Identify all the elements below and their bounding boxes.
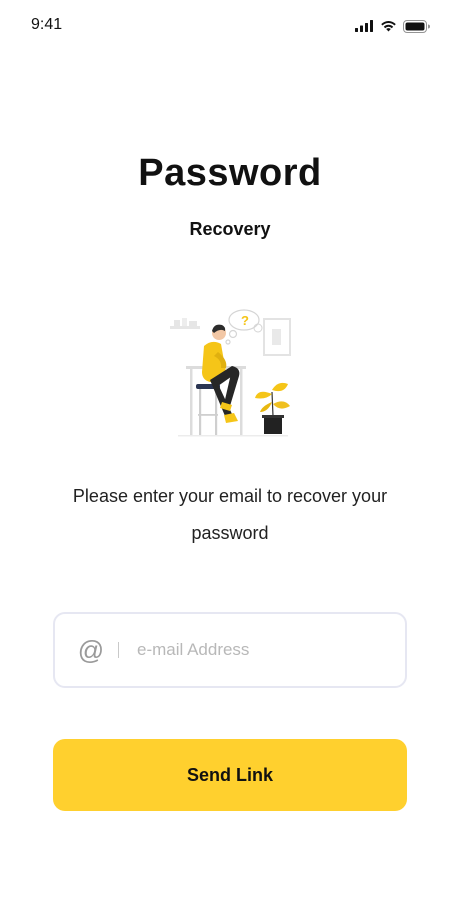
- wifi-icon: [381, 21, 396, 32]
- battery-icon: [403, 19, 430, 33]
- at-icon: @: [77, 635, 105, 665]
- send-link-button[interactable]: Send Link: [53, 739, 407, 811]
- status-icons: [355, 18, 430, 34]
- email-field[interactable]: @: [53, 612, 407, 688]
- thinking-person-illustration: ?: [170, 309, 291, 437]
- input-divider: [118, 642, 119, 658]
- cellular-signal-icon: [355, 20, 373, 32]
- question-mark: ?: [241, 313, 249, 328]
- email-input[interactable]: [137, 630, 377, 670]
- page-subtitle: Recovery: [189, 219, 271, 239]
- page-title: Password: [138, 152, 322, 194]
- status-bar: 9:41: [0, 0, 460, 52]
- instructions-text: Please enter your email to recover your …: [72, 486, 388, 543]
- status-time: 9:41: [31, 16, 63, 33]
